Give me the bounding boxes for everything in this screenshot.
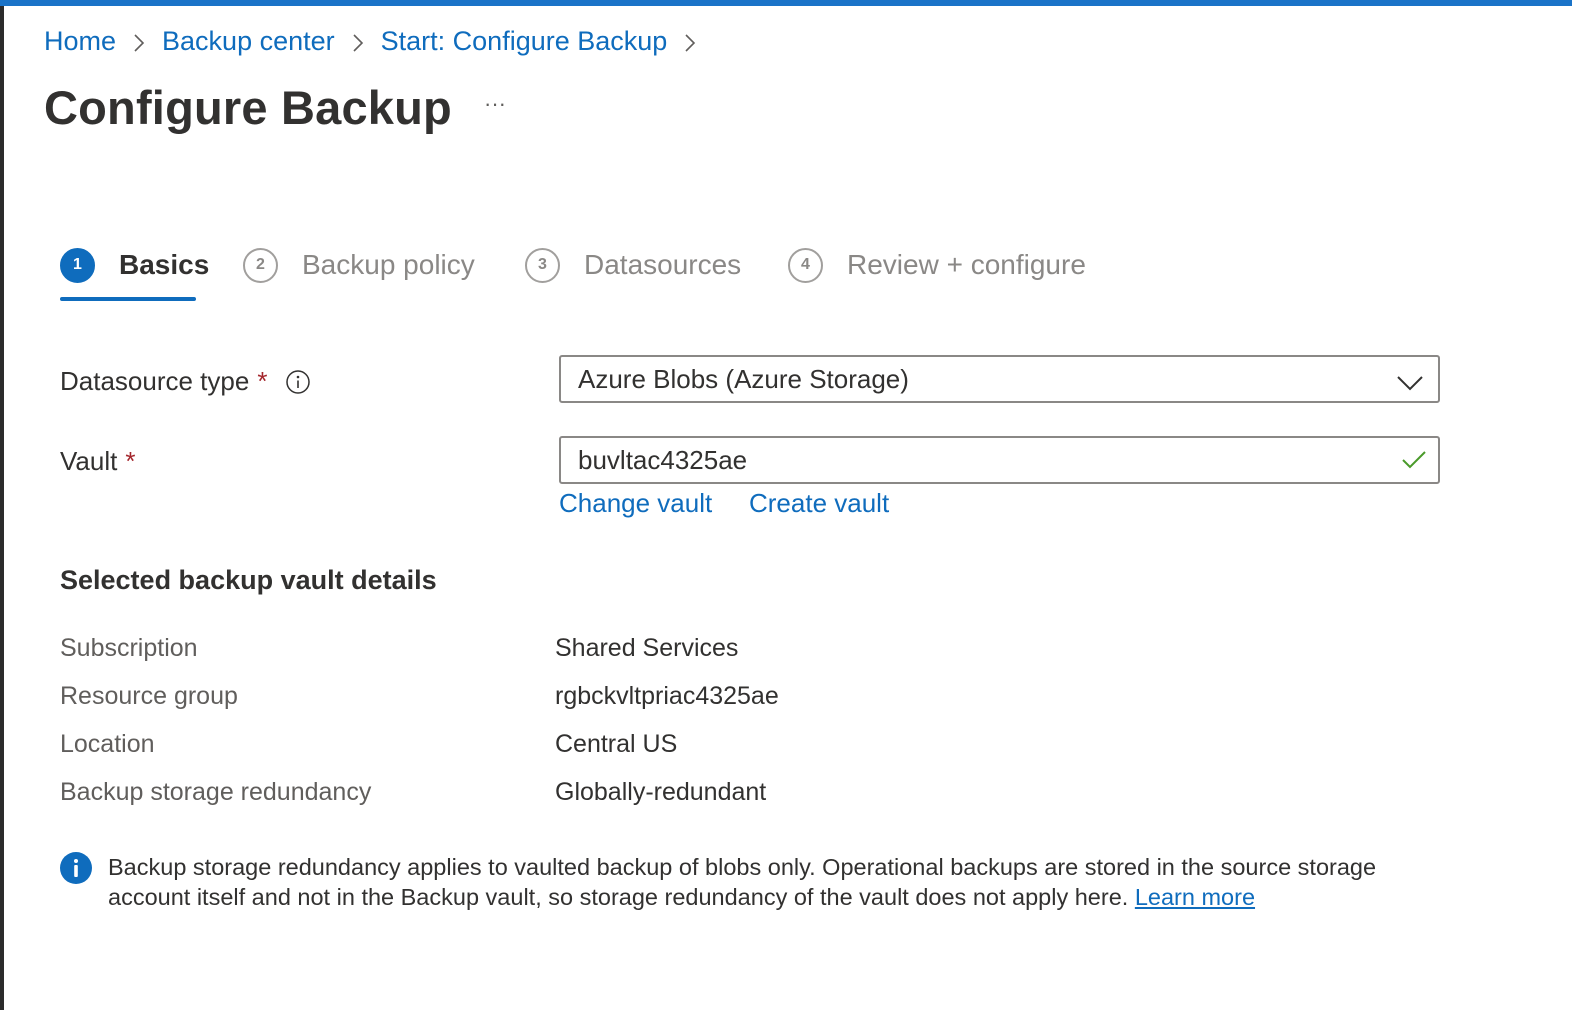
- breadcrumb-backup-center[interactable]: Backup center: [162, 26, 335, 57]
- chevron-down-icon: [1396, 369, 1424, 400]
- vault-label: Vault: [60, 446, 118, 476]
- vault-details-heading: Selected backup vault details: [60, 565, 437, 595]
- subscription-label: Subscription: [60, 634, 198, 662]
- create-vault-link[interactable]: Create vault: [749, 488, 889, 519]
- resource-group-label: Resource group: [60, 682, 238, 710]
- step-1-badge: 1: [60, 247, 95, 283]
- info-banner: Backup storage redundancy applies to vau…: [60, 852, 1440, 912]
- tab-review-configure[interactable]: 4 Review + configure: [788, 245, 1086, 285]
- info-icon[interactable]: [285, 369, 311, 395]
- left-window-edge: [0, 6, 4, 1010]
- storage-redundancy-label: Backup storage redundancy: [60, 778, 372, 806]
- datasource-type-value: Azure Blobs (Azure Storage): [578, 363, 909, 394]
- learn-more-link[interactable]: Learn more: [1135, 884, 1255, 910]
- tab-backup-policy-label: Backup policy: [302, 249, 475, 280]
- vault-field[interactable]: [559, 436, 1440, 484]
- info-banner-text: Backup storage redundancy applies to vau…: [108, 852, 1428, 912]
- info-icon: [60, 852, 92, 884]
- step-4-badge: 4: [788, 247, 823, 283]
- tab-basics[interactable]: 1 Basics: [60, 245, 209, 285]
- tab-backup-policy[interactable]: 2 Backup policy: [243, 245, 475, 285]
- top-accent-bar: [0, 0, 1572, 6]
- page-title: Configure Backup: [44, 81, 452, 134]
- vault-input[interactable]: [578, 444, 1358, 476]
- breadcrumb: Home Backup center Start: Configure Back…: [44, 26, 713, 57]
- more-options-button[interactable]: ···: [480, 93, 510, 124]
- storage-redundancy-value: Globally-redundant: [555, 778, 767, 806]
- tab-datasources-label: Datasources: [584, 249, 742, 280]
- checkmark-icon: [1400, 448, 1428, 479]
- chevron-right-icon: [335, 26, 381, 57]
- datasource-type-dropdown[interactable]: Azure Blobs (Azure Storage): [559, 355, 1440, 403]
- step-3-badge: 3: [525, 247, 560, 283]
- resource-group-value: rgbckvltpriac4325ae: [555, 682, 779, 710]
- chevron-right-icon: [116, 26, 162, 57]
- location-label: Location: [60, 730, 155, 758]
- datasource-type-label-row: Datasource type *: [60, 366, 311, 397]
- subscription-value: Shared Services: [555, 634, 739, 662]
- change-vault-link[interactable]: Change vault: [559, 488, 712, 519]
- tab-basics-label: Basics: [119, 249, 210, 280]
- wizard-tabs: 1 Basics 2 Backup policy 3 Datasources 4…: [60, 245, 1160, 301]
- tab-datasources[interactable]: 3 Datasources: [525, 245, 741, 285]
- tab-review-configure-label: Review + configure: [847, 249, 1086, 280]
- active-tab-indicator: [60, 297, 196, 301]
- location-value: Central US: [555, 730, 678, 758]
- step-2-badge: 2: [243, 247, 278, 283]
- required-marker: *: [125, 446, 136, 476]
- required-marker: *: [257, 366, 268, 396]
- chevron-right-icon: [667, 26, 713, 57]
- breadcrumb-home[interactable]: Home: [44, 26, 116, 57]
- breadcrumb-start-configure-backup[interactable]: Start: Configure Backup: [381, 26, 668, 57]
- datasource-type-label: Datasource type: [60, 366, 250, 396]
- vault-label-row: Vault *: [60, 446, 135, 477]
